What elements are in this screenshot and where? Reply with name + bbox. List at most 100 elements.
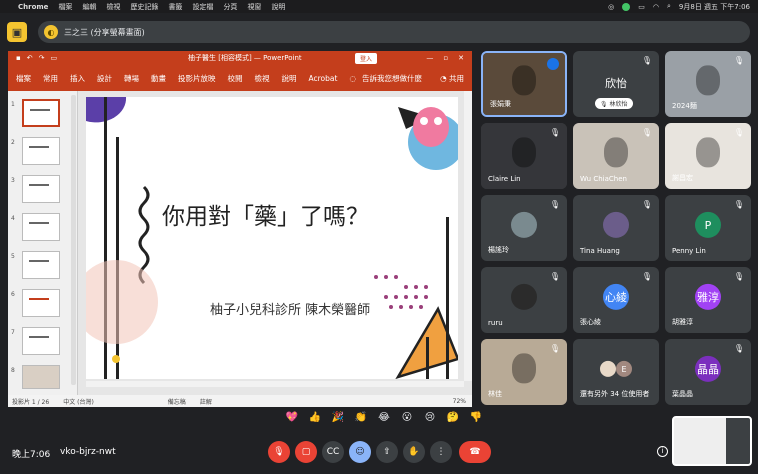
clap-reaction-icon[interactable]: 👏 — [352, 412, 370, 423]
app-name[interactable]: Chrome — [18, 3, 48, 11]
quick-access: ▪ ↶ ↷ ▭ — [16, 54, 57, 62]
heart-reaction-icon[interactable]: 💖 — [283, 412, 301, 423]
slide-thumbnail[interactable] — [22, 99, 60, 127]
participant-avatar: 晶晶 — [695, 355, 721, 382]
thumbs-up-reaction-icon[interactable]: 👍 — [306, 412, 324, 423]
tell-me-input[interactable]: 告訴我您想做什麼 — [362, 73, 422, 84]
sad-reaction-icon[interactable]: 😢 — [421, 412, 439, 423]
menu-item[interactable]: 歷史記錄 — [130, 2, 158, 12]
language-status[interactable]: 中文 (台灣) — [63, 397, 94, 406]
info-icon[interactable]: i — [657, 446, 668, 457]
participant-tile[interactable]: 心綾 張心綾 🎙 — [573, 267, 659, 333]
participant-avatar — [511, 283, 537, 310]
more-options-icon[interactable]: ⋮ — [430, 441, 452, 463]
menu-item[interactable]: 說明 — [271, 2, 285, 12]
slideshow-icon[interactable]: ▭ — [51, 54, 58, 62]
slide-horizontal-scrollbar[interactable] — [86, 381, 464, 387]
ribbon-tab[interactable]: 投影片放映 — [178, 73, 216, 84]
present-icon[interactable]: ⇧ — [376, 441, 398, 463]
slide-vertical-scrollbar[interactable] — [464, 91, 472, 381]
notes-button[interactable]: 備忘稿 — [168, 397, 186, 406]
wifi-icon[interactable]: ◠ — [653, 3, 659, 11]
redo-icon[interactable]: ↷ — [39, 54, 45, 62]
slide-thumbnail[interactable] — [22, 213, 60, 241]
participant-tile[interactable]: ruru 🎙 — [481, 267, 567, 333]
participant-tile[interactable]: 晶晶 葉晶晶 🎙 — [665, 339, 751, 405]
meeting-code[interactable]: vko-bjrz-nwt — [60, 447, 116, 457]
self-view-thumbnail[interactable] — [672, 416, 752, 466]
share-button[interactable]: ◔ 共用 — [440, 73, 464, 84]
current-slide[interactable]: 你用對「藥」了嗎？ 柚子小兒科診所 陳木榮醫師 — [86, 97, 458, 379]
emoji-icon[interactable]: ☺ — [349, 441, 371, 463]
thinking-reaction-icon[interactable]: 🤔 — [444, 412, 462, 423]
status-dot-icon[interactable] — [622, 2, 631, 11]
ribbon-tab[interactable]: 轉場 — [124, 73, 139, 84]
ribbon-tab[interactable]: 常用 — [43, 73, 58, 84]
participant-tile[interactable]: 楊謠玲 🎙 — [481, 195, 567, 261]
menu-item[interactable]: 設定檔 — [192, 2, 213, 12]
comments-button[interactable]: 註解 — [200, 397, 212, 406]
slide-thumbnail[interactable] — [22, 327, 60, 355]
menu-item[interactable]: 書籤 — [168, 2, 182, 12]
presenting-banner[interactable]: ◐ 三之三 (分享螢幕畫面) — [38, 21, 750, 43]
menu-item[interactable]: 視窗 — [247, 2, 261, 12]
ribbon-tab[interactable]: Acrobat — [309, 74, 338, 83]
participant-name: 楊謠玲 — [488, 246, 509, 254]
participant-name: 2024麵 — [672, 102, 697, 110]
laugh-reaction-icon[interactable]: 😂 — [375, 412, 393, 423]
participant-tile[interactable]: 林佳 🎙 — [481, 339, 567, 405]
search-icon[interactable]: ⌕ — [667, 2, 671, 11]
ribbon-tab[interactable]: 設計 — [97, 73, 112, 84]
ribbon-tab[interactable]: 插入 — [70, 73, 85, 84]
menu-item[interactable]: 編輯 — [82, 2, 96, 12]
login-button[interactable]: 登入 — [354, 53, 377, 64]
undo-icon[interactable]: ↶ — [27, 54, 33, 62]
raise-hand-icon[interactable]: ✋ — [403, 441, 425, 463]
menu-item[interactable]: 檢視 — [106, 2, 120, 12]
participant-tile[interactable]: 2024麵 🎙 — [665, 51, 751, 117]
surprised-reaction-icon[interactable]: 😮 — [398, 412, 416, 423]
ribbon-tab[interactable]: 動畫 — [151, 73, 166, 84]
participant-tile[interactable]: 張娟秉 — [481, 51, 567, 117]
camera-off-icon[interactable]: ▢ — [295, 441, 317, 463]
participant-tile[interactable]: E 還有另外 34 位使用者 — [573, 339, 659, 405]
ribbon-tab[interactable]: 檢視 — [255, 73, 270, 84]
party-reaction-icon[interactable]: 🎉 — [329, 412, 347, 423]
participant-tile[interactable]: 謝昌宏 🎙 — [665, 123, 751, 189]
captions-icon[interactable]: CC — [322, 441, 344, 463]
zoom-level[interactable]: 72% — [453, 398, 466, 405]
save-icon[interactable]: ▪ — [16, 54, 21, 62]
slide-thumbnail[interactable] — [22, 289, 60, 317]
participant-tile[interactable]: Claire Lin 🎙 — [481, 123, 567, 189]
participant-name: ruru — [488, 319, 503, 327]
mic-off-icon[interactable]: 🎙 — [268, 441, 290, 463]
participant-tile[interactable]: 雅淳 胡雅淳 🎙 — [665, 267, 751, 333]
minimize-icon[interactable]: — — [426, 54, 433, 62]
presenting-label: 三之三 (分享螢幕畫面) — [64, 27, 145, 37]
presentation-icon[interactable]: ▣ — [7, 22, 27, 42]
participant-tile[interactable]: Wu ChiaChen 🎙 — [573, 123, 659, 189]
participant-tile[interactable]: P Penny Lin 🎙 — [665, 195, 751, 261]
menu-item[interactable]: 檔案 — [58, 2, 72, 12]
end-call-icon[interactable]: ☎ — [459, 441, 491, 463]
slide-thumbnail[interactable] — [22, 137, 60, 165]
thumbnail-scrollbar[interactable] — [71, 95, 76, 385]
slide-thumbnail[interactable] — [22, 175, 60, 203]
participant-tile[interactable]: Tina Huang 🎙 — [573, 195, 659, 261]
mic-off-icon: 🎙 — [549, 272, 561, 281]
slide-thumbnail[interactable] — [22, 365, 60, 389]
battery-icon[interactable]: ▭ — [638, 3, 645, 11]
slide-thumbnail[interactable] — [22, 251, 60, 279]
ribbon-tab[interactable]: 校閱 — [228, 73, 243, 84]
clock-text[interactable]: 9月8日 週五 下午7:06 — [679, 2, 750, 12]
close-icon[interactable]: ✕ — [458, 54, 464, 62]
ribbon-tab[interactable]: 說明 — [282, 73, 297, 84]
participant-name: Tina Huang — [580, 247, 620, 255]
restore-icon[interactable]: ▫ — [443, 54, 448, 62]
window-controls: — ▫ ✕ — [426, 54, 464, 62]
thumbs-down-reaction-icon[interactable]: 👎 — [467, 412, 485, 423]
ribbon-tab[interactable]: 檔案 — [16, 73, 31, 84]
menu-item[interactable]: 分頁 — [223, 2, 237, 12]
participant-tile[interactable]: 欣怡 🎙 林欣怡 🎙 — [573, 51, 659, 117]
circle-icon[interactable]: ◎ — [608, 3, 614, 11]
